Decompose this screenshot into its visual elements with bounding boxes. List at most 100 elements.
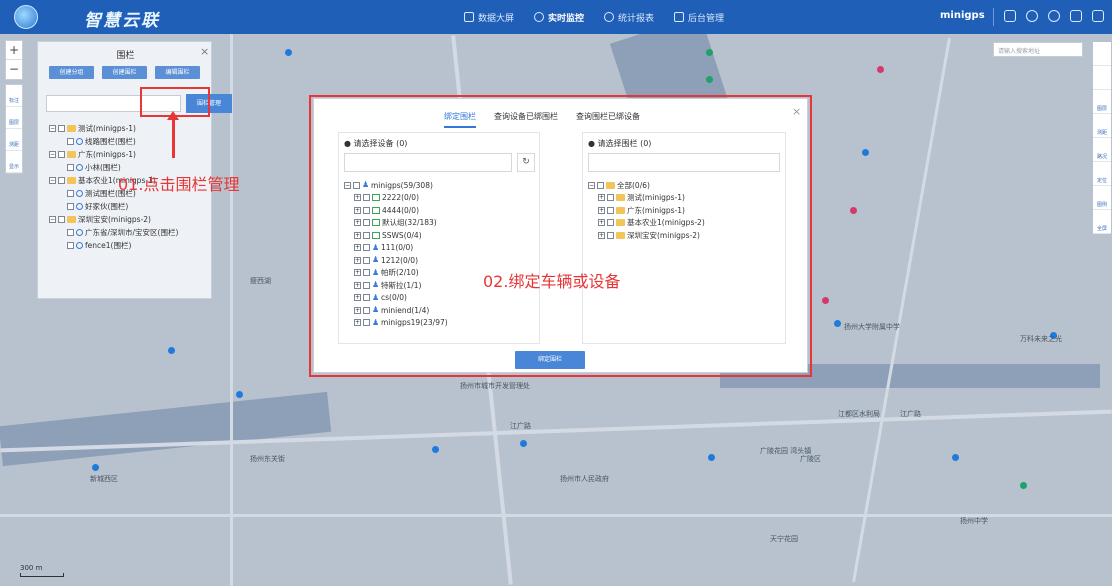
map-search-input[interactable]: 请输入搜索地址	[993, 42, 1083, 57]
tool-fullscreen[interactable]: 全屏	[1093, 210, 1111, 234]
map-poi[interactable]	[862, 149, 869, 156]
checkbox[interactable]	[363, 306, 370, 314]
checkbox[interactable]	[58, 177, 65, 184]
expand-icon[interactable]: +	[354, 269, 361, 277]
checkbox[interactable]	[597, 181, 604, 189]
map-poi[interactable]	[706, 49, 713, 56]
checkbox[interactable]	[363, 281, 370, 289]
tree-node[interactable]: +2222(0/0)	[344, 192, 448, 205]
tab-fence-devices[interactable]: 查询围栏已绑设备	[576, 111, 640, 128]
tree-node[interactable]: − ♟ minigps(59/308)	[344, 179, 448, 192]
close-icon[interactable]: ×	[792, 105, 801, 118]
map-poi[interactable]	[236, 391, 243, 398]
display-tool[interactable]: 显示	[6, 151, 22, 173]
checkbox[interactable]	[607, 231, 614, 239]
collapse-icon[interactable]: −	[49, 125, 56, 132]
tree-node[interactable]: fence1(围栏)	[49, 239, 178, 252]
tab-device-fences[interactable]: 查询设备已绑围栏	[494, 111, 558, 128]
checkbox[interactable]	[363, 244, 370, 252]
collapse-icon[interactable]: −	[588, 181, 595, 189]
map-poi[interactable]	[285, 49, 292, 56]
checkbox[interactable]	[607, 194, 614, 202]
map-poi[interactable]	[168, 347, 175, 354]
checkbox[interactable]	[363, 206, 370, 214]
checkbox[interactable]	[607, 206, 614, 214]
settings-icon[interactable]	[1026, 10, 1038, 22]
zoom-in-button[interactable]: +	[6, 41, 22, 60]
checkbox[interactable]	[67, 138, 74, 145]
expand-icon[interactable]: +	[598, 194, 605, 202]
checkbox[interactable]	[67, 203, 74, 210]
expand-icon[interactable]: +	[354, 231, 361, 239]
checkbox[interactable]	[58, 216, 65, 223]
checkbox[interactable]	[363, 319, 370, 327]
tool-layer[interactable]: 图层	[1093, 90, 1111, 114]
expand-icon[interactable]: +	[354, 294, 361, 302]
expand-icon[interactable]: +	[598, 219, 605, 227]
logout-icon[interactable]	[1092, 10, 1104, 22]
checkbox[interactable]	[607, 219, 614, 227]
collapse-icon[interactable]: −	[49, 177, 56, 184]
layer-tool[interactable]: 图层	[6, 107, 22, 129]
map-poi[interactable]	[708, 454, 715, 461]
checkbox[interactable]	[67, 164, 74, 171]
edit-fence-button[interactable]: 编辑围栏	[155, 66, 200, 79]
tree-node[interactable]: 广东省/深圳市/宝安区(围栏)	[49, 226, 178, 239]
device-search-input[interactable]	[344, 153, 512, 172]
checkbox[interactable]	[363, 269, 370, 277]
checkbox[interactable]	[58, 125, 65, 132]
tree-node[interactable]: + ♟ 帕昕(2/10)	[344, 267, 448, 280]
close-icon[interactable]: ×	[200, 45, 209, 58]
map-poi[interactable]	[1020, 482, 1027, 489]
tree-node[interactable]: + ♟ cs(0/0)	[344, 292, 448, 305]
nav-reports[interactable]: 统计报表	[594, 0, 664, 34]
map-poi[interactable]	[432, 446, 439, 453]
expand-icon[interactable]: +	[598, 206, 605, 214]
checkbox[interactable]	[67, 190, 74, 197]
map-poi[interactable]	[952, 454, 959, 461]
map-poi[interactable]	[92, 464, 99, 471]
message-icon[interactable]	[1004, 10, 1016, 22]
checkbox[interactable]	[353, 181, 360, 189]
nav-realtime-monitor[interactable]: 实时监控	[524, 0, 594, 34]
tree-node[interactable]: + 深圳宝安(minigps-2)	[588, 229, 705, 242]
tree-node[interactable]: + ♟ 特斯拉(1/1)	[344, 279, 448, 292]
map-poi[interactable]	[706, 76, 713, 83]
tree-node[interactable]: − 全部(0/6)	[588, 179, 705, 192]
tool-traffic[interactable]: 路况	[1093, 138, 1111, 162]
create-fence-button[interactable]: 创建围栏	[102, 66, 147, 79]
measure-tool[interactable]: 测距	[6, 129, 22, 151]
refresh-icon[interactable]: ↻	[517, 153, 535, 172]
map-poi[interactable]	[520, 440, 527, 447]
expand-icon[interactable]: +	[354, 206, 361, 214]
expand-icon[interactable]: +	[354, 219, 361, 227]
bind-fence-button[interactable]: 绑定围栏	[515, 351, 585, 369]
username[interactable]: minigps	[940, 10, 985, 21]
expand-icon[interactable]: +	[598, 231, 605, 239]
checkbox[interactable]	[58, 151, 65, 158]
fullscreen-icon[interactable]	[1070, 10, 1082, 22]
pin-icon[interactable]	[1093, 42, 1111, 66]
tool-item[interactable]	[1093, 66, 1111, 90]
expand-icon[interactable]: +	[354, 256, 361, 264]
tree-node[interactable]: − 测试(minigps-1)	[49, 122, 178, 135]
tree-node[interactable]: 线路围栏(围栏)	[49, 135, 178, 148]
checkbox[interactable]	[67, 242, 74, 249]
checkbox[interactable]	[363, 294, 370, 302]
zoom-out-button[interactable]: −	[6, 60, 22, 79]
fence-select-search-input[interactable]	[588, 153, 780, 172]
tree-node[interactable]: +4444(0/0)	[344, 204, 448, 217]
tool-measure[interactable]: 测距	[1093, 114, 1111, 138]
tree-node[interactable]: + SSWS(0/4)	[344, 229, 448, 242]
expand-icon[interactable]: +	[354, 306, 361, 314]
location-icon[interactable]	[1048, 10, 1060, 22]
checkbox[interactable]	[67, 229, 74, 236]
collapse-icon[interactable]: −	[49, 216, 56, 223]
checkbox[interactable]	[363, 219, 370, 227]
expand-icon[interactable]: +	[354, 244, 361, 252]
tool-legend[interactable]: 图例	[1093, 186, 1111, 210]
nav-data-screen[interactable]: 数据大屏	[454, 0, 524, 34]
tree-node[interactable]: + ♟ miniend(1/4)	[344, 304, 448, 317]
map-poi[interactable]	[834, 320, 841, 327]
tree-node[interactable]: − 深圳宝安(minigps-2)	[49, 213, 178, 226]
